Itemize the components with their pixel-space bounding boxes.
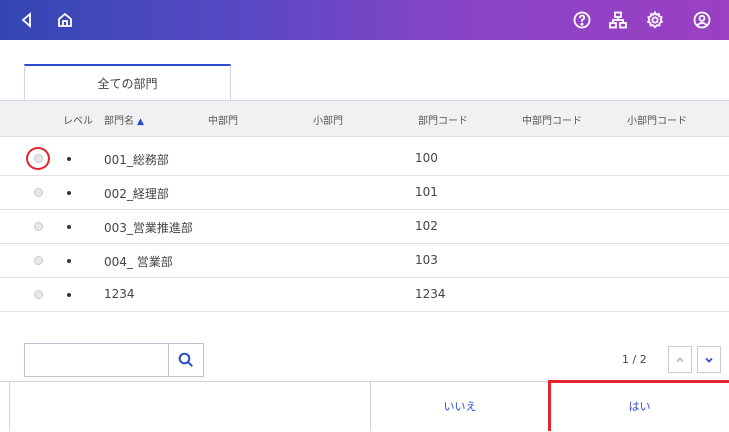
search-input[interactable] <box>24 343 168 377</box>
account-icon[interactable] <box>689 7 715 33</box>
chevron-up-icon <box>676 356 684 362</box>
table-row-partial <box>0 312 729 336</box>
page-indicator: 1 / 2 <box>622 353 647 366</box>
header-mid-department-code: 中部門コード <box>522 116 582 127</box>
header-level: レベル <box>63 116 93 127</box>
level-bullet <box>67 293 71 297</box>
tab-all-departments[interactable]: 全ての部門 <box>24 64 231 100</box>
no-button-label: いいえ <box>443 400 477 413</box>
row-select-radio[interactable] <box>34 222 43 231</box>
table-row[interactable]: 004_ 営業部 103 <box>0 244 729 278</box>
table-header: レベル 部門名 ▲ 中部門 小部門 部門コード 中部門コード 小部門コード <box>0 101 729 137</box>
level-bullet <box>67 225 71 229</box>
sort-ascending-icon: ▲ <box>137 117 144 127</box>
no-button[interactable]: いいえ <box>371 381 549 431</box>
home-icon[interactable] <box>52 7 78 33</box>
header-mid-department: 中部門 <box>208 116 238 127</box>
department-name: 003_営業推進部 <box>104 221 193 235</box>
department-name: 1234 <box>104 287 135 301</box>
level-bullet <box>67 157 71 161</box>
back-icon[interactable] <box>14 7 40 33</box>
search-button[interactable] <box>168 343 204 377</box>
table-row[interactable]: 1234 1234 <box>0 278 729 312</box>
chevron-down-icon <box>705 357 713 363</box>
department-code: 103 <box>415 253 438 267</box>
highlight-rectangle <box>548 380 729 431</box>
table-row[interactable]: 003_営業推進部 102 <box>0 210 729 244</box>
level-bullet <box>67 191 71 195</box>
department-code: 100 <box>415 151 438 165</box>
search-icon <box>178 352 193 367</box>
department-code: 101 <box>415 185 438 199</box>
highlight-circle <box>26 147 50 170</box>
department-name: 004_ 営業部 <box>104 255 173 269</box>
header-department-name-label: 部門名 <box>104 116 134 127</box>
app-header <box>0 0 729 40</box>
row-select-radio[interactable] <box>34 290 43 299</box>
header-department-code: 部門コード <box>418 116 468 127</box>
settings-icon[interactable] <box>642 7 668 33</box>
department-name: 002_経理部 <box>104 187 169 201</box>
tab-bar: 全ての部門 <box>0 40 729 102</box>
page-down-button[interactable] <box>697 346 721 373</box>
row-select-radio[interactable] <box>34 256 43 265</box>
org-tree-icon[interactable] <box>605 7 631 33</box>
table-row[interactable]: 001_総務部 100 <box>0 142 729 176</box>
help-icon[interactable] <box>569 7 595 33</box>
department-name: 001_総務部 <box>104 153 169 167</box>
header-small-department: 小部門 <box>313 116 343 127</box>
department-code: 102 <box>415 219 438 233</box>
level-bullet <box>67 259 71 263</box>
header-department-name[interactable]: 部門名 ▲ <box>104 112 144 127</box>
page-up-button[interactable] <box>668 346 692 373</box>
row-select-radio[interactable] <box>34 188 43 197</box>
tab-label: 全ての部門 <box>97 76 158 91</box>
footer-left-edge <box>9 381 10 431</box>
department-code: 1234 <box>415 287 446 301</box>
header-small-department-code: 小部門コード <box>627 116 687 127</box>
table-row[interactable]: 002_経理部 101 <box>0 176 729 210</box>
